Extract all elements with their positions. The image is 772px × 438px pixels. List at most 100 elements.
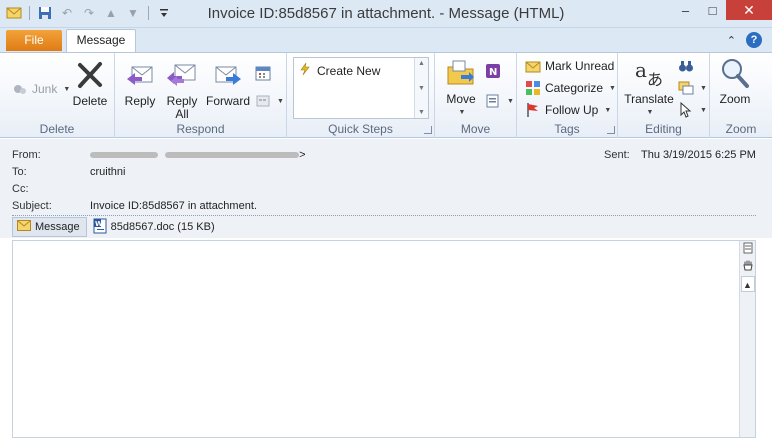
calendar-icon <box>255 65 271 81</box>
junk-icon <box>12 81 28 97</box>
message-header: From: > Sent: Thu 3/19/2015 6:25 PM To: … <box>0 139 772 238</box>
flag-icon <box>525 102 541 118</box>
quick-steps-dialog-launcher[interactable] <box>424 126 432 134</box>
reply-all-icon <box>166 59 198 91</box>
tab-file[interactable]: File <box>6 30 62 51</box>
reply-button[interactable]: Reply <box>123 59 157 108</box>
more-respond-button[interactable]: ▼ <box>255 93 284 109</box>
message-body[interactable]: ▲ <box>12 240 756 438</box>
select-button[interactable]: ▼ <box>678 101 707 118</box>
scroll-down-icon[interactable]: ▼ <box>418 85 425 92</box>
tags-dialog-launcher[interactable] <box>607 126 615 134</box>
quick-steps-scrollbar[interactable]: ▲ ▼ ▼ <box>414 58 428 118</box>
attachment-bar: Message W 85d8567.doc (15 KB) <box>12 217 215 237</box>
categorize-label: Categorize <box>545 81 604 95</box>
forward-button[interactable]: Forward <box>205 59 251 108</box>
scroll-up-icon[interactable]: ▲ <box>418 60 425 67</box>
to-value[interactable]: cruithni <box>90 166 125 178</box>
categorize-icon <box>525 80 541 96</box>
mark-unread-label: Mark Unread <box>545 59 615 73</box>
chevron-down-icon: ▼ <box>507 97 514 105</box>
respond-group-label: Respond <box>176 122 225 136</box>
junk-label: Junk <box>32 82 58 96</box>
meeting-reply-button[interactable] <box>255 65 271 81</box>
header-divider <box>12 215 756 216</box>
chevron-down-icon: ▼ <box>700 84 707 92</box>
cc-label: Cc: <box>12 183 29 195</box>
ruler-toggle-icon[interactable] <box>741 242 755 258</box>
word-document-icon: W <box>93 218 107 237</box>
message-view-label: Message <box>35 221 80 233</box>
minimize-button[interactable]: – <box>672 0 699 20</box>
onenote-button[interactable]: N <box>485 63 501 79</box>
minimize-ribbon-icon[interactable]: ⌃ <box>727 34 736 47</box>
follow-up-button[interactable]: Follow Up ▼ <box>525 102 611 118</box>
move-label: Move <box>446 92 476 106</box>
quick-steps-gallery: Create New ▲ ▼ ▼ <box>293 57 429 119</box>
mark-unread-button[interactable]: Mark Unread <box>525 58 614 74</box>
hand-pan-icon[interactable] <box>741 259 755 275</box>
reply-all-button[interactable]: Reply All <box>165 59 199 121</box>
create-new-quick-step[interactable]: Create New <box>298 62 380 79</box>
editing-group-label: Editing <box>645 122 682 136</box>
chevron-down-icon: ▼ <box>604 106 612 114</box>
maximize-button[interactable]: □ <box>699 0 726 20</box>
envelope-icon <box>17 220 31 234</box>
ribbon: Junk ▼ Delete Delete Reply Reply All For… <box>0 52 772 138</box>
redacted-sender-name <box>90 152 158 159</box>
svg-text:W: W <box>95 220 103 228</box>
sent-label: Sent: <box>604 149 630 161</box>
vertical-scrollbar[interactable]: ▲ <box>739 241 755 437</box>
move-group: Move ▼ N ▼ Move <box>435 53 517 138</box>
move-button[interactable]: Move ▼ <box>443 57 479 119</box>
chevron-down-icon: ▼ <box>63 85 71 93</box>
zoom-label: Zoom <box>719 92 751 106</box>
from-label: From: <box>12 149 41 161</box>
forward-icon <box>212 59 244 91</box>
chevron-down-icon: ▼ <box>277 97 284 105</box>
scroll-up-arrow[interactable]: ▲ <box>740 276 755 292</box>
tab-message[interactable]: Message <box>66 29 136 53</box>
from-bracket: > <box>299 149 306 161</box>
sent-value: Thu 3/19/2015 6:25 PM <box>641 149 756 161</box>
subject-value: Invoice ID:85d8567 in attachment. <box>90 200 257 212</box>
move-group-label: Move <box>460 122 491 136</box>
chevron-down-icon: ▼ <box>700 106 707 114</box>
subject-label: Subject: <box>12 200 52 212</box>
categorize-button[interactable]: Categorize ▼ <box>525 80 616 96</box>
onenote-icon: N <box>485 63 501 79</box>
forward-label: Forward <box>205 94 250 108</box>
translate-button[interactable]: aあ Translate ▼ <box>624 57 674 119</box>
magnifier-icon <box>719 57 751 89</box>
zoom-button[interactable]: Zoom <box>718 57 752 106</box>
chevron-down-icon: ▼ <box>609 84 616 92</box>
from-value[interactable]: > <box>90 149 306 161</box>
delete-x-icon <box>74 59 106 91</box>
find-button[interactable] <box>678 58 694 74</box>
translate-icon: aあ <box>633 57 665 89</box>
expand-gallery-icon[interactable]: ▼ <box>418 109 425 116</box>
attachment-file[interactable]: W 85d8567.doc (15 KB) <box>93 218 215 237</box>
reply-label: Reply <box>124 94 156 108</box>
quick-steps-group: Create New ▲ ▼ ▼ Quick Steps <box>287 53 435 138</box>
reply-icon <box>124 59 156 91</box>
actions-button[interactable]: ▼ <box>485 93 514 109</box>
delete-group: Junk ▼ Delete Delete <box>0 53 115 138</box>
chevron-down-icon: ▼ <box>646 109 654 116</box>
related-icon <box>678 80 694 96</box>
svg-text:a: a <box>635 58 647 82</box>
zoom-group-label: Zoom <box>725 122 757 136</box>
window-controls: – □ ✕ <box>672 0 772 22</box>
message-view-button[interactable]: Message <box>12 217 87 237</box>
tags-group: Mark Unread Categorize ▼ Follow Up ▼ Tag… <box>517 53 618 138</box>
svg-text:N: N <box>489 67 497 78</box>
delete-button[interactable]: Delete <box>71 59 109 108</box>
delete-group-label: Delete <box>39 122 75 136</box>
junk-button[interactable]: Junk ▼ <box>12 81 70 97</box>
ribbon-tab-row: File Message ⌃ ? <box>0 28 772 53</box>
translate-label: Translate <box>624 92 674 106</box>
related-button[interactable]: ▼ <box>678 80 707 96</box>
help-icon[interactable]: ? <box>746 32 762 48</box>
editing-group: aあ Translate ▼ ▼ ▼ Editing <box>618 53 710 138</box>
close-button[interactable]: ✕ <box>726 0 772 20</box>
